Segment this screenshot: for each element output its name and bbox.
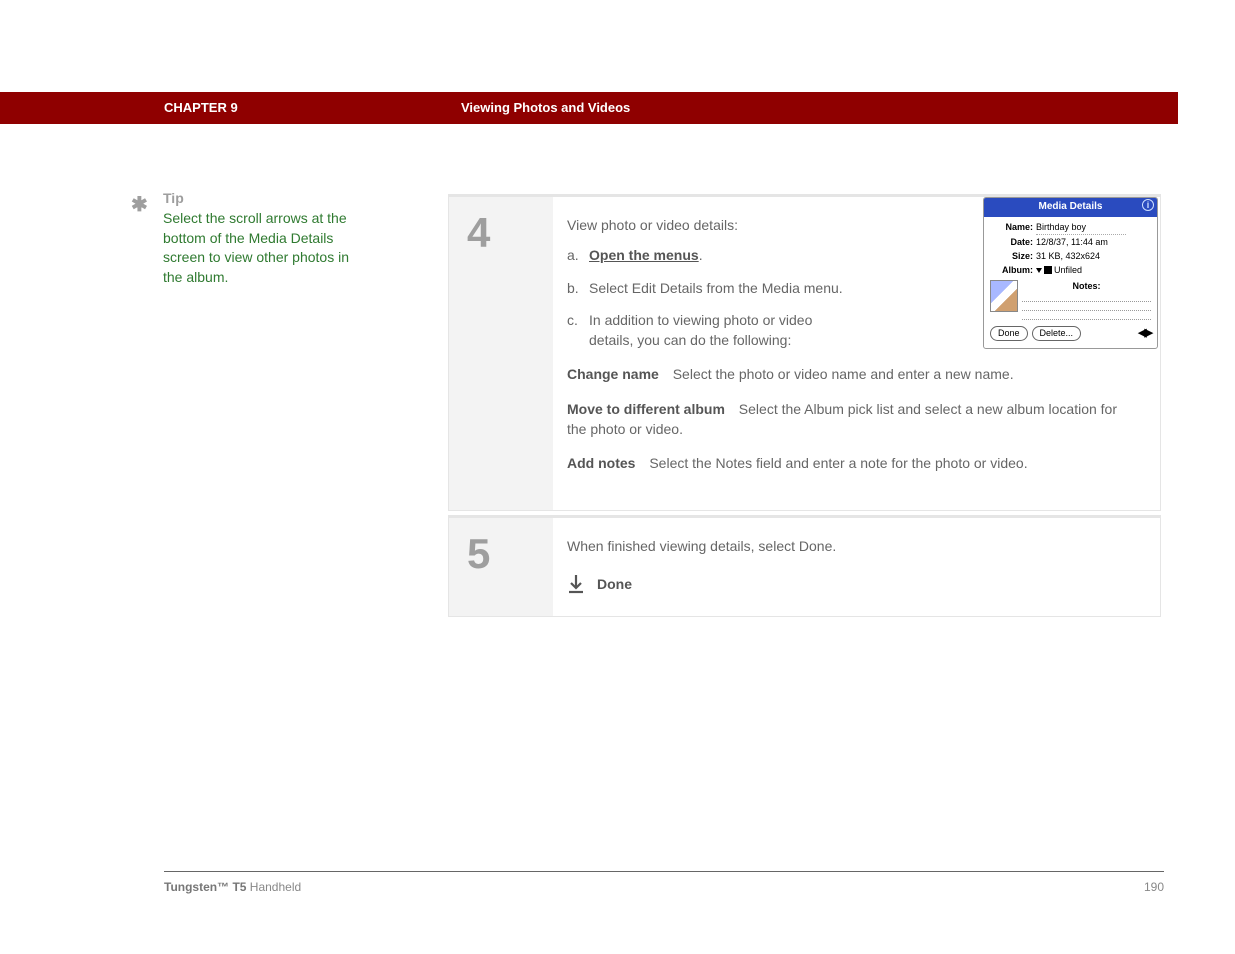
substep-letter: a. (567, 245, 579, 265)
chapter-title: Viewing Photos and Videos (461, 100, 630, 115)
field-album: Album: Unfiled (990, 264, 1151, 277)
open-the-menus-link[interactable]: Open the menus (589, 247, 699, 263)
def-desc: Select the Notes field and enter a note … (649, 455, 1027, 471)
page-number: 190 (1144, 880, 1164, 894)
photo-thumbnail (990, 280, 1018, 312)
delete-button[interactable]: Delete... (1032, 326, 1082, 341)
album-value: Unfiled (1054, 264, 1082, 277)
tip-label: Tip (163, 190, 381, 206)
step-intro: View photo or video details: (567, 215, 857, 235)
page: CHAPTER 9 Viewing Photos and Videos ✱ Ti… (0, 0, 1235, 954)
done-button[interactable]: Done (990, 326, 1028, 341)
product-rest: Handheld (246, 880, 301, 894)
done-label: Done (597, 574, 632, 594)
def-term: Change name (567, 366, 659, 382)
steps-container: 4 View photo or video details: a. Open t… (448, 194, 1161, 621)
value-date: 12/8/37, 11:44 am (1036, 236, 1108, 249)
notes-column: Notes: (1022, 280, 1151, 320)
step-5: 5 When finished viewing details, select … (448, 515, 1161, 618)
chapter-number: CHAPTER 9 (164, 100, 238, 115)
media-details-dialog: Media Details i Name: Birthday boy Date:… (983, 197, 1158, 349)
step-number-col: 4 (449, 197, 553, 510)
field-date: Date: 12/8/37, 11:44 am (990, 236, 1151, 249)
substep-a: a. Open the menus. (567, 245, 857, 265)
label-album: Album: (990, 264, 1036, 277)
step-body: View photo or video details: a. Open the… (553, 197, 1160, 510)
substep-letter: c. (567, 310, 578, 330)
dialog-body: Name: Birthday boy Date: 12/8/37, 11:44 … (984, 217, 1157, 348)
scroll-arrows[interactable]: ◀▶ (1138, 326, 1151, 342)
notes-field[interactable] (1022, 302, 1151, 311)
step-number: 4 (449, 197, 553, 257)
notes-area: Notes: (990, 280, 1151, 320)
label-name: Name: (990, 221, 1036, 235)
dialog-titlebar: Media Details i (984, 198, 1157, 217)
name-input[interactable]: Birthday boy (1036, 221, 1126, 235)
substep-c-text: In addition to viewing photo or video de… (589, 312, 812, 348)
substep-b-text: Select Edit Details from the Media menu. (589, 280, 843, 296)
substep-list: a. Open the menus. b. Select Edit Detail… (567, 245, 857, 350)
tip-block: ✱ Tip Select the scroll arrows at the bo… (131, 190, 381, 287)
notes-label: Notes: (1022, 280, 1151, 293)
done-row: Done (567, 574, 1132, 594)
step-number-col: 5 (449, 518, 553, 617)
label-date: Date: (990, 236, 1036, 249)
step-4: 4 View photo or video details: a. Open t… (448, 194, 1161, 511)
step-number: 5 (449, 518, 553, 578)
product-bold: Tungsten™ T5 (164, 880, 246, 894)
dialog-button-row: Done Delete... ◀▶ (990, 326, 1151, 342)
dialog-title: Media Details (1039, 201, 1103, 212)
category-icon (1044, 266, 1052, 274)
def-move-album: Move to different album Select the Album… (567, 399, 1132, 440)
substep-a-after: . (699, 247, 703, 263)
substep-c: c. In addition to viewing photo or video… (567, 310, 857, 351)
product-name: Tungsten™ T5 Handheld (164, 880, 301, 894)
page-footer: Tungsten™ T5 Handheld 190 (164, 871, 1164, 894)
chapter-header-bar: CHAPTER 9 Viewing Photos and Videos (0, 92, 1178, 124)
def-term: Move to different album (567, 401, 725, 417)
info-icon[interactable]: i (1142, 199, 1154, 211)
value-size: 31 KB, 432x624 (1036, 250, 1100, 263)
asterisk-icon: ✱ (131, 192, 148, 217)
label-size: Size: (990, 250, 1036, 263)
def-add-notes: Add notes Select the Notes field and ent… (567, 453, 1132, 473)
album-picklist[interactable]: Unfiled (1036, 264, 1082, 277)
notes-field[interactable] (1022, 293, 1151, 302)
step5-body: When finished viewing details, select Do… (567, 536, 1132, 556)
done-arrow-icon (567, 574, 585, 594)
step-body: When finished viewing details, select Do… (553, 518, 1160, 617)
substep-b: b. Select Edit Details from the Media me… (567, 278, 857, 298)
tip-body: Select the scroll arrows at the bottom o… (163, 209, 363, 287)
field-size: Size: 31 KB, 432x624 (990, 250, 1151, 263)
notes-field[interactable] (1022, 311, 1151, 320)
substep-letter: b. (567, 278, 579, 298)
def-change-name: Change name Select the photo or video na… (567, 364, 1132, 384)
def-term: Add notes (567, 455, 635, 471)
chevron-down-icon (1036, 268, 1042, 273)
field-name: Name: Birthday boy (990, 221, 1151, 235)
def-desc: Select the photo or video name and enter… (673, 366, 1014, 382)
